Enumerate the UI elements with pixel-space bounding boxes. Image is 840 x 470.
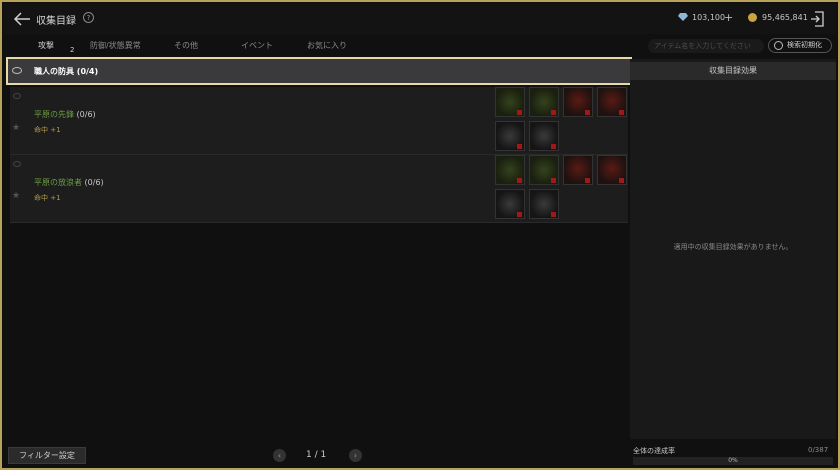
tab-other[interactable]: その他 xyxy=(174,40,198,51)
filter-settings-button[interactable]: フィルター設定 xyxy=(8,447,86,464)
add-diamonds-button[interactable]: + xyxy=(724,11,733,24)
item-slot[interactable] xyxy=(495,155,525,185)
help-icon[interactable]: ? xyxy=(83,12,94,23)
item-slot[interactable] xyxy=(597,155,627,185)
diamond-count: 103,100 xyxy=(692,13,726,22)
collection-stat: 命中 +1 xyxy=(34,126,61,134)
effects-panel-title: 収集目録効果 xyxy=(630,62,836,80)
prev-page-button[interactable]: ‹ xyxy=(273,449,286,462)
page-title: 収集目録 xyxy=(36,16,76,27)
window-frame: 収集目録 ? 103,100 + 95,465,841 攻撃 防御/状態異常 そ… xyxy=(0,0,840,470)
total-progress-label: 全体の達成率 xyxy=(633,447,675,455)
item-slot[interactable] xyxy=(529,121,559,151)
collection-stat: 命中 +1 xyxy=(34,194,61,202)
exit-icon[interactable] xyxy=(810,11,824,27)
item-slot[interactable] xyxy=(529,87,559,117)
item-slot[interactable] xyxy=(495,87,525,117)
tab-attack[interactable]: 攻撃 xyxy=(38,40,54,51)
total-progress-count: 0/387 xyxy=(808,446,829,454)
item-slot[interactable] xyxy=(529,155,559,185)
next-page-button[interactable]: › xyxy=(349,449,362,462)
star-icon[interactable]: ★ xyxy=(12,191,20,201)
back-arrow-icon[interactable] xyxy=(12,10,32,28)
eye-icon[interactable] xyxy=(13,93,21,99)
gold-coin-icon xyxy=(748,13,757,22)
search-reset-button[interactable]: 検索初期化 xyxy=(768,38,832,53)
collection-row[interactable]: ★ 平原の放浪者 (0/6) 命中 +1 xyxy=(10,155,628,223)
collection-name: 平原の放浪者 (0/6) xyxy=(34,178,104,187)
collection-row[interactable]: ★ 平原の先鋒 (0/6) 命中 +1 xyxy=(10,87,628,155)
collection-name: 平原の先鋒 (0/6) xyxy=(34,110,96,119)
tab-badge: 2 xyxy=(70,46,75,54)
eye-icon[interactable] xyxy=(13,161,21,167)
item-slot[interactable] xyxy=(563,155,593,185)
item-slot[interactable] xyxy=(495,189,525,219)
top-bar: 収集目録 ? 103,100 + 95,465,841 xyxy=(4,4,836,34)
effects-empty-message: 適用中の収集目録効果がありません。 xyxy=(673,243,793,251)
tab-favorites[interactable]: お気に入り xyxy=(307,40,347,51)
collection-group-label: 職人の防具 (0/4) xyxy=(34,67,99,76)
eye-icon[interactable] xyxy=(12,67,22,74)
gold-count: 95,465,841 xyxy=(762,13,808,22)
item-slot[interactable] xyxy=(597,87,627,117)
item-slot[interactable] xyxy=(563,87,593,117)
collection-count: (0/6) xyxy=(84,178,104,187)
total-progress-text: 0% xyxy=(728,457,738,464)
diamond-icon xyxy=(678,13,688,21)
item-slot[interactable] xyxy=(495,121,525,151)
collection-count: (0/6) xyxy=(76,110,96,119)
tab-defense[interactable]: 防御/状態異常 xyxy=(90,40,141,51)
item-slot[interactable] xyxy=(529,189,559,219)
search-reset-label: 検索初期化 xyxy=(787,41,822,49)
tab-event[interactable]: イベント xyxy=(241,40,273,51)
star-icon[interactable]: ★ xyxy=(12,123,20,133)
search-input[interactable] xyxy=(648,39,764,53)
collection-group-header[interactable]: 職人の防具 (0/4) xyxy=(6,57,632,85)
page-indicator: 1 / 1 xyxy=(306,450,327,460)
reset-icon xyxy=(774,41,783,50)
